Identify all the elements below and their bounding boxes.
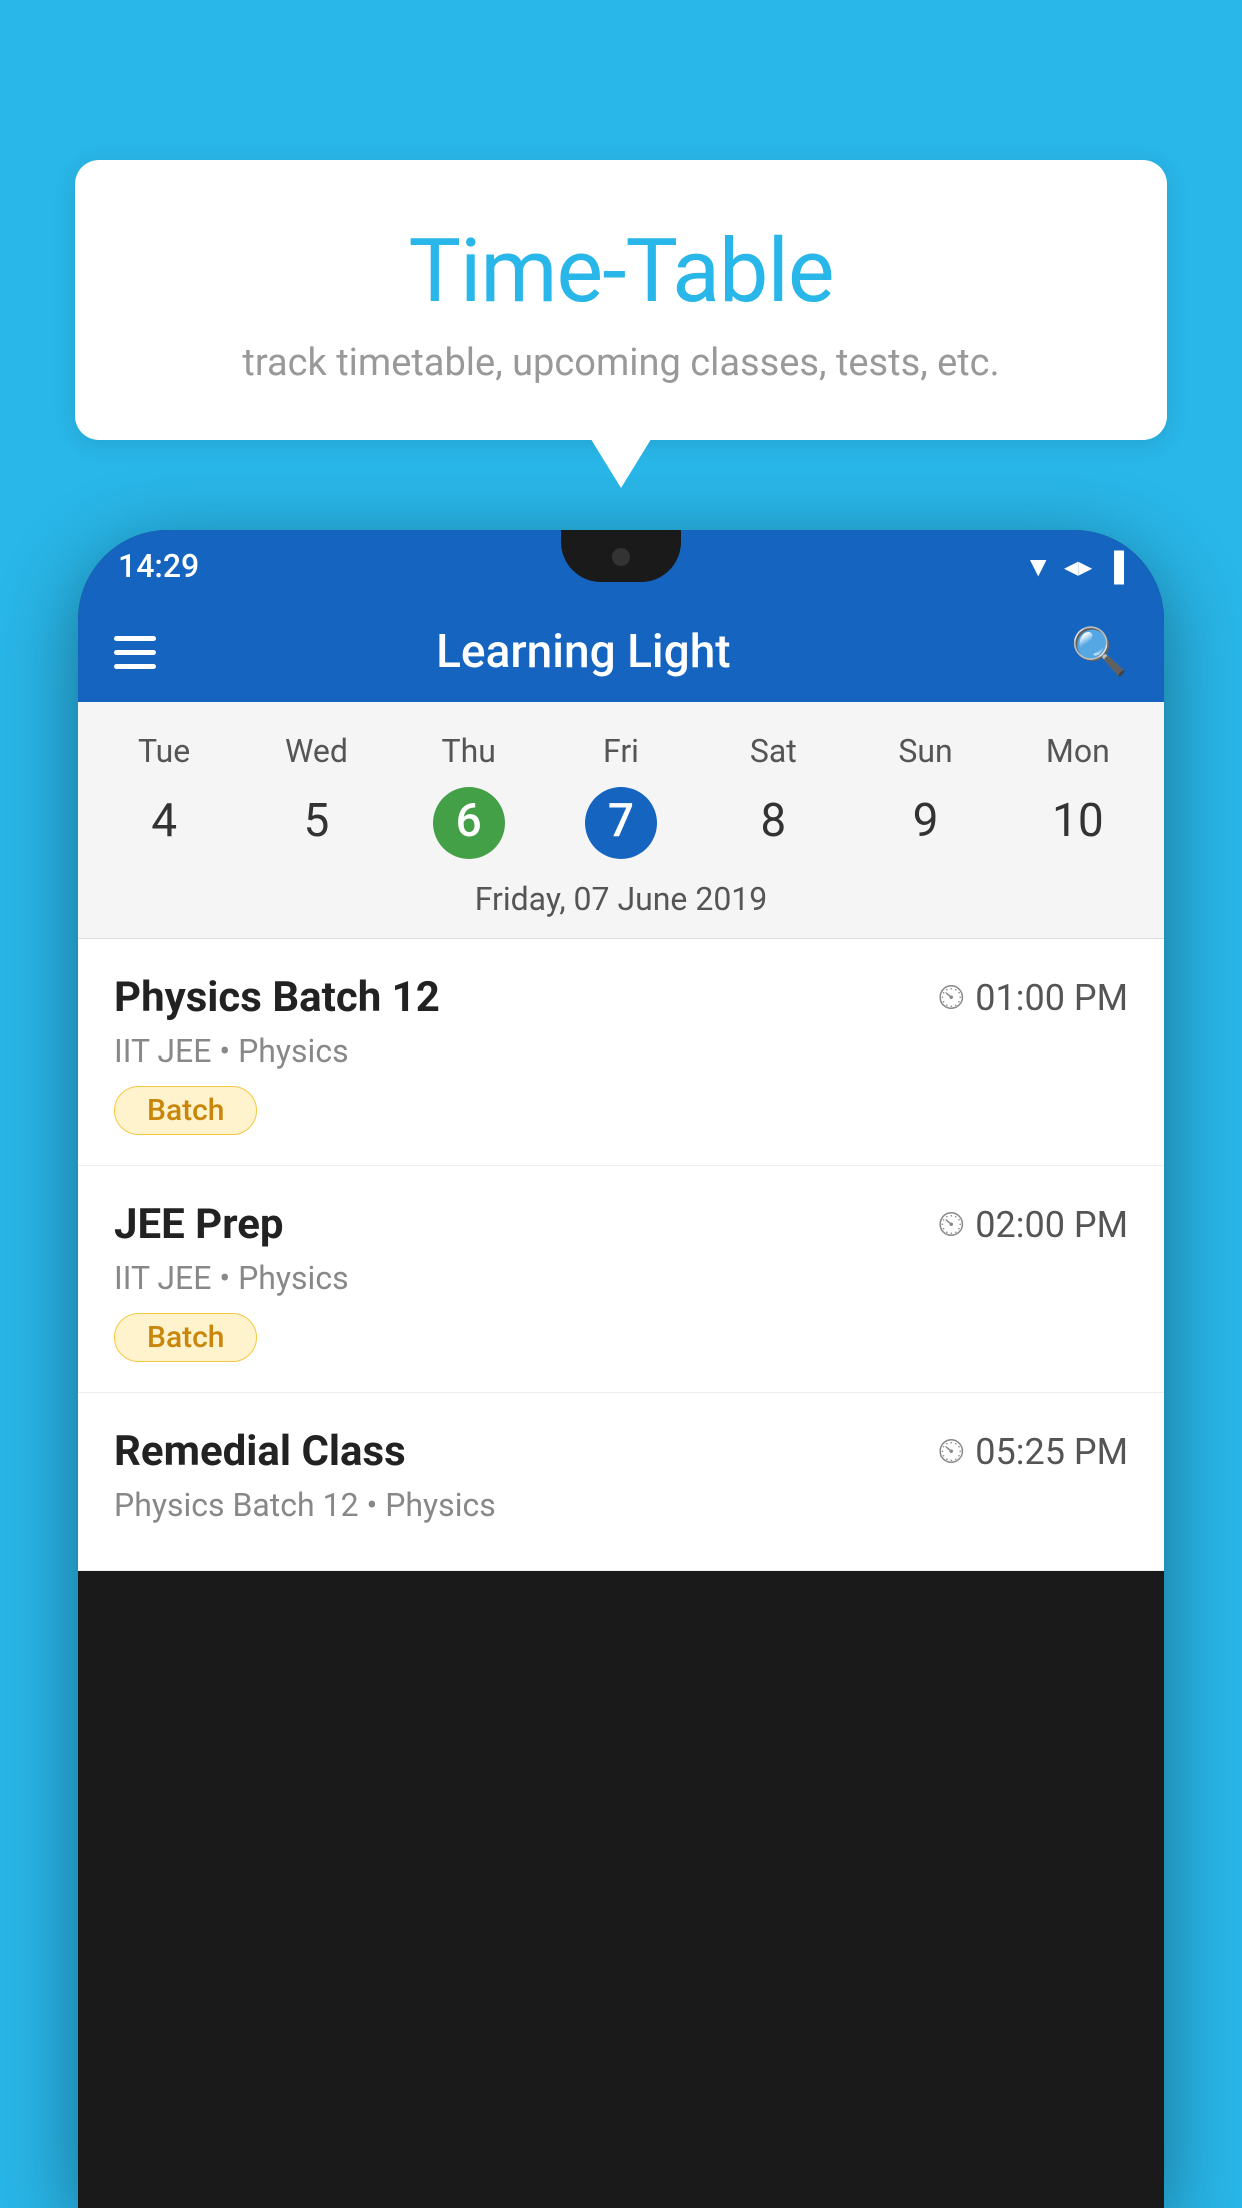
battery-icon: ▐ bbox=[1104, 550, 1124, 583]
day-8[interactable]: 8 bbox=[697, 780, 849, 866]
status-time: 14:29 bbox=[118, 547, 199, 585]
class-item-header: Physics Batch 12 ⏲ 01:00 PM bbox=[114, 973, 1128, 1022]
class-time: ⏲ 05:25 PM bbox=[937, 1430, 1128, 1473]
time-value: 05:25 PM bbox=[975, 1431, 1128, 1473]
day-sat: Sat bbox=[697, 722, 849, 780]
class-item-header: Remedial Class ⏲ 05:25 PM bbox=[114, 1427, 1128, 1476]
class-name: JEE Prep bbox=[114, 1200, 284, 1249]
day-10[interactable]: 10 bbox=[1002, 780, 1154, 866]
day-7-selected[interactable]: 7 bbox=[585, 787, 657, 859]
class-item-header: JEE Prep ⏲ 02:00 PM bbox=[114, 1200, 1128, 1249]
day-6-today[interactable]: 6 bbox=[433, 787, 505, 859]
batch-tag: Batch bbox=[114, 1086, 257, 1135]
day-9[interactable]: 9 bbox=[849, 780, 1001, 866]
time-value: 01:00 PM bbox=[975, 977, 1128, 1019]
day-tue: Tue bbox=[88, 722, 240, 780]
app-title: Learning Light bbox=[126, 625, 1041, 679]
class-meta: IIT JEE • Physics bbox=[114, 1259, 1128, 1297]
class-list: Physics Batch 12 ⏲ 01:00 PM IIT JEE • Ph… bbox=[78, 939, 1164, 1571]
class-name: Physics Batch 12 bbox=[114, 973, 440, 1022]
class-item[interactable]: Remedial Class ⏲ 05:25 PM Physics Batch … bbox=[78, 1393, 1164, 1571]
class-meta: Physics Batch 12 • Physics bbox=[114, 1486, 1128, 1524]
clock-icon: ⏲ bbox=[937, 1430, 965, 1473]
signal-icon: ◂▸ bbox=[1064, 550, 1092, 583]
day-thu: Thu bbox=[393, 722, 545, 780]
notch bbox=[561, 530, 681, 582]
class-item[interactable]: Physics Batch 12 ⏲ 01:00 PM IIT JEE • Ph… bbox=[78, 939, 1164, 1166]
tooltip-card: Time-Table track timetable, upcoming cla… bbox=[75, 160, 1167, 440]
status-bar: 14:29 ▼ ◂▸ ▐ bbox=[78, 530, 1164, 602]
tooltip-title: Time-Table bbox=[135, 220, 1107, 323]
day-4[interactable]: 4 bbox=[88, 780, 240, 866]
class-item[interactable]: JEE Prep ⏲ 02:00 PM IIT JEE • Physics Ba… bbox=[78, 1166, 1164, 1393]
status-icons: ▼ ◂▸ ▐ bbox=[1024, 550, 1124, 583]
day-headers: Tue Wed Thu Fri Sat Sun Mon bbox=[78, 722, 1164, 780]
camera-dot bbox=[612, 548, 630, 566]
calendar-strip: Tue Wed Thu Fri Sat Sun Mon 4 5 6 7 8 9 … bbox=[78, 702, 1164, 939]
clock-icon: ⏲ bbox=[937, 1203, 965, 1246]
class-time: ⏲ 01:00 PM bbox=[937, 976, 1128, 1019]
wifi-icon: ▼ bbox=[1024, 550, 1052, 583]
day-mon: Mon bbox=[1002, 722, 1154, 780]
day-fri: Fri bbox=[545, 722, 697, 780]
day-5[interactable]: 5 bbox=[240, 780, 392, 866]
selected-date-label: Friday, 07 June 2019 bbox=[78, 866, 1164, 939]
class-time: ⏲ 02:00 PM bbox=[937, 1203, 1128, 1246]
app-bar: Learning Light 🔍 bbox=[78, 602, 1164, 702]
phone-frame: 14:29 ▼ ◂▸ ▐ Learning Light 🔍 Tue Wed Th… bbox=[78, 530, 1164, 2208]
day-wed: Wed bbox=[240, 722, 392, 780]
search-button[interactable]: 🔍 bbox=[1071, 625, 1128, 679]
tooltip-subtitle: track timetable, upcoming classes, tests… bbox=[135, 341, 1107, 385]
day-sun: Sun bbox=[849, 722, 1001, 780]
class-name: Remedial Class bbox=[114, 1427, 406, 1476]
time-value: 02:00 PM bbox=[975, 1204, 1128, 1246]
clock-icon: ⏲ bbox=[937, 976, 965, 1019]
day-numbers: 4 5 6 7 8 9 10 bbox=[78, 780, 1164, 866]
class-meta: IIT JEE • Physics bbox=[114, 1032, 1128, 1070]
batch-tag: Batch bbox=[114, 1313, 257, 1362]
